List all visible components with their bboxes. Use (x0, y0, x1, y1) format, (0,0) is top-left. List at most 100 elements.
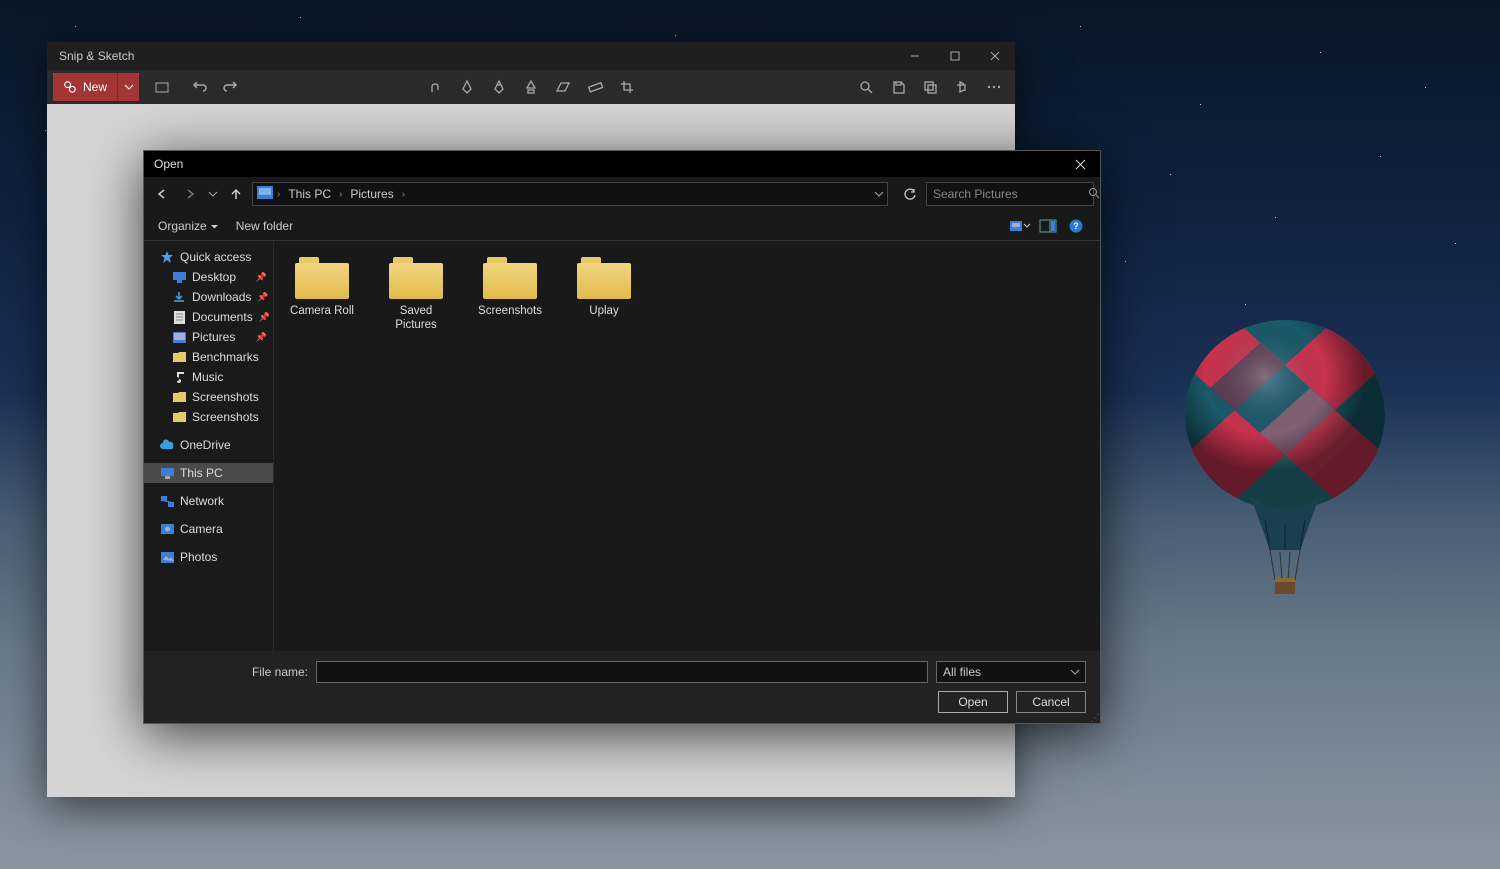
undo-icon[interactable] (185, 72, 215, 102)
recent-dropdown-icon[interactable] (206, 182, 220, 206)
svg-text:?: ? (1073, 221, 1079, 231)
open-button[interactable]: Open (938, 691, 1008, 713)
folder-icon (577, 257, 631, 299)
folder-icon (295, 257, 349, 299)
tree-documents[interactable]: Documents📌 (144, 307, 273, 327)
tree-music[interactable]: Music (144, 367, 273, 387)
pin-icon: 📌 (259, 312, 270, 323)
dialog-toolbar: Organize New folder ? (144, 211, 1100, 241)
tree-camera[interactable]: Camera (144, 519, 273, 539)
close-button[interactable] (975, 42, 1015, 70)
ballpoint-pen-icon[interactable] (452, 72, 482, 102)
folder-icon (172, 390, 186, 404)
search-input[interactable] (933, 187, 1088, 201)
tree-this-pc[interactable]: This PC (144, 463, 273, 483)
chevron-right-icon[interactable]: › (339, 189, 342, 200)
save-icon[interactable] (883, 72, 913, 102)
folder-item[interactable]: Camera Roll (286, 257, 358, 319)
more-icon[interactable] (979, 72, 1009, 102)
tree-photos[interactable]: Photos (144, 547, 273, 567)
tree-benchmarks[interactable]: Benchmarks (144, 347, 273, 367)
snip-title: Snip & Sketch (59, 49, 134, 63)
file-name-input[interactable] (316, 661, 928, 683)
desktop-wallpaper-balloon (1180, 320, 1390, 630)
dialog-titlebar[interactable]: Open (144, 151, 1100, 177)
folder-label: Camera Roll (290, 305, 354, 319)
pictures-icon (172, 330, 186, 344)
pictures-location-icon (257, 186, 273, 202)
tree-onedrive[interactable]: OneDrive (144, 435, 273, 455)
address-dropdown-icon[interactable] (875, 189, 883, 200)
highlighter-icon[interactable] (516, 72, 546, 102)
address-bar[interactable]: › This PC › Pictures › (252, 182, 888, 206)
refresh-button[interactable] (896, 182, 922, 206)
folder-label: Saved Pictures (380, 305, 452, 333)
tree-desktop[interactable]: Desktop📌 (144, 267, 273, 287)
ruler-icon[interactable] (580, 72, 610, 102)
tree-pictures[interactable]: Pictures📌 (144, 327, 273, 347)
folder-item[interactable]: Screenshots (474, 257, 546, 319)
photos-icon (160, 550, 174, 564)
pin-icon: 📌 (256, 332, 267, 343)
folder-label: Uplay (589, 305, 618, 319)
forward-button[interactable] (178, 182, 202, 206)
crop-icon[interactable] (612, 72, 642, 102)
new-label: New (83, 80, 107, 94)
snip-toolbar: New (47, 70, 1015, 104)
cloud-icon (160, 438, 174, 452)
navigation-tree[interactable]: Quick access Desktop📌 Downloads📌 Documen… (144, 241, 274, 651)
star-icon (160, 250, 174, 264)
open-file-icon[interactable] (147, 72, 177, 102)
pc-icon (160, 466, 174, 480)
organize-button[interactable]: Organize (158, 219, 218, 233)
dialog-title: Open (154, 157, 183, 171)
folder-icon (483, 257, 537, 299)
pencil-icon[interactable] (484, 72, 514, 102)
folder-icon (172, 410, 186, 424)
dialog-footer: File name: All files Open Cancel (144, 651, 1100, 723)
search-icon[interactable] (1088, 187, 1100, 202)
up-button[interactable] (224, 182, 248, 206)
zoom-icon[interactable] (851, 72, 881, 102)
file-name-label: File name: (158, 665, 308, 679)
tree-screenshots[interactable]: Screenshots (144, 387, 273, 407)
folder-item[interactable]: Saved Pictures (380, 257, 452, 333)
search-box[interactable] (926, 182, 1094, 206)
minimize-button[interactable] (895, 42, 935, 70)
back-button[interactable] (150, 182, 174, 206)
pin-icon: 📌 (257, 292, 268, 303)
new-snip-button[interactable]: New (53, 73, 139, 101)
folder-icon (389, 257, 443, 299)
maximize-button[interactable] (935, 42, 975, 70)
tree-quick-access[interactable]: Quick access (144, 247, 273, 267)
network-icon (160, 494, 174, 508)
tree-downloads[interactable]: Downloads📌 (144, 287, 273, 307)
pin-icon: 📌 (256, 272, 267, 283)
eraser-icon[interactable] (548, 72, 578, 102)
tree-network[interactable]: Network (144, 491, 273, 511)
share-icon[interactable] (947, 72, 977, 102)
desktop-icon (172, 270, 186, 284)
dialog-close-button[interactable] (1060, 151, 1100, 177)
view-options-button[interactable] (1010, 216, 1030, 236)
redo-icon[interactable] (215, 72, 245, 102)
new-folder-button[interactable]: New folder (236, 219, 293, 233)
tree-screenshots[interactable]: Screenshots (144, 407, 273, 427)
camera-icon (160, 522, 174, 536)
breadcrumb-this-pc[interactable]: This PC (284, 187, 335, 201)
breadcrumb-pictures[interactable]: Pictures (346, 187, 397, 201)
cancel-button[interactable]: Cancel (1016, 691, 1086, 713)
folder-item[interactable]: Uplay (568, 257, 640, 319)
file-type-filter[interactable]: All files (936, 661, 1086, 683)
chevron-right-icon[interactable]: › (277, 189, 280, 200)
snip-titlebar[interactable]: Snip & Sketch (47, 42, 1015, 70)
preview-pane-button[interactable] (1038, 216, 1058, 236)
music-icon (172, 370, 186, 384)
help-button[interactable]: ? (1066, 216, 1086, 236)
chevron-right-icon[interactable]: › (402, 189, 405, 200)
resize-grip-icon[interactable]: ⋰ (1090, 713, 1098, 721)
new-dropdown[interactable] (117, 73, 139, 101)
folder-view[interactable]: Camera Roll Saved Pictures Screenshots U… (274, 241, 1100, 651)
touch-writing-icon[interactable] (420, 72, 450, 102)
copy-icon[interactable] (915, 72, 945, 102)
